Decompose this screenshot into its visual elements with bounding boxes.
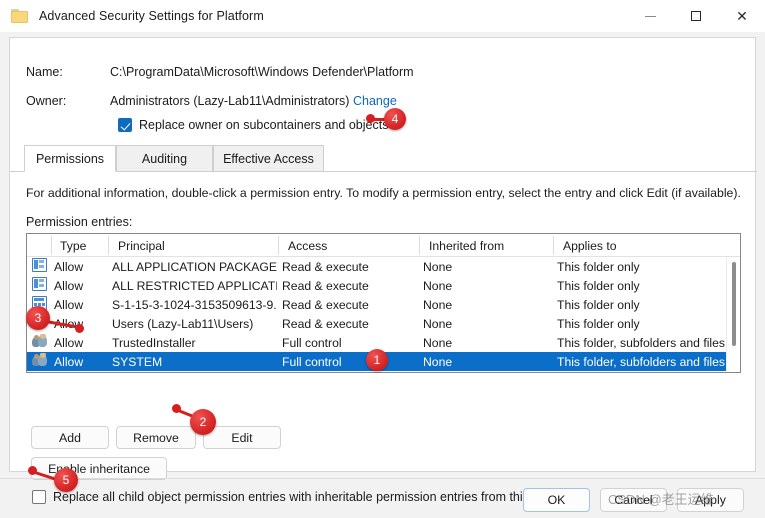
- scrollbar-thumb[interactable]: [732, 262, 736, 346]
- row-access: Read & execute: [282, 278, 369, 293]
- row-access: Full control: [282, 335, 342, 350]
- row-principal: ALL APPLICATION PACKAGES: [112, 259, 277, 274]
- annotation-dot-2: [172, 404, 181, 413]
- annotation-marker-5: 5: [54, 468, 78, 492]
- tab-effective-access[interactable]: Effective Access: [213, 145, 324, 172]
- name-label: Name:: [26, 65, 63, 79]
- table-row[interactable]: Allow ALL RESTRICTED APPLICATIO... Read …: [27, 276, 740, 295]
- row-type: Allow: [54, 335, 84, 350]
- owner-label: Owner:: [26, 94, 67, 108]
- app-package-icon: [32, 277, 50, 291]
- main-panel: Name: C:\ProgramData\Microsoft\Windows D…: [9, 37, 757, 504]
- annotation-dot-4: [366, 114, 375, 123]
- annotation-marker-2: 2: [190, 409, 216, 435]
- folder-icon: [11, 8, 29, 24]
- column-header-type[interactable]: Type: [54, 234, 106, 257]
- tab-auditing[interactable]: Auditing: [116, 145, 213, 172]
- row-type: Allow: [54, 297, 84, 312]
- row-principal: S-1-15-3-1024-3153509613-9...: [112, 297, 277, 312]
- row-applies-to: This folder, subfolders and files: [557, 354, 726, 369]
- table-row[interactable]: Allow Users (Lazy-Lab11\Users) Read & ex…: [27, 314, 740, 333]
- users-group-icon: [32, 353, 50, 367]
- row-type: Allow: [54, 354, 84, 369]
- replace-owner-checkbox[interactable]: Replace owner on subcontainers and objec…: [118, 118, 388, 132]
- row-principal: SYSTEM: [112, 354, 163, 369]
- add-button[interactable]: Add: [31, 426, 109, 449]
- minimize-button[interactable]: [627, 0, 673, 32]
- close-icon[interactable]: ✕: [719, 0, 765, 32]
- row-type: Allow: [54, 278, 84, 293]
- row-inherited: None: [423, 297, 453, 312]
- row-access: Read & execute: [282, 259, 369, 274]
- apply-button[interactable]: Apply: [677, 488, 744, 512]
- row-inherited: None: [423, 316, 453, 331]
- row-inherited: None: [423, 354, 453, 369]
- list-header: Type Principal Access Inherited from App…: [27, 234, 740, 257]
- row-applies-to: This folder, subfolders and files: [557, 335, 726, 350]
- row-type: Allow: [54, 259, 84, 274]
- column-header-inherited[interactable]: Inherited from: [423, 234, 533, 257]
- maximize-button[interactable]: [673, 0, 719, 32]
- column-header-applies-to[interactable]: Applies to: [557, 234, 737, 257]
- app-package-icon: [32, 258, 50, 272]
- annotation-marker-4: 4: [384, 108, 406, 130]
- info-text: For additional information, double-click…: [26, 186, 741, 200]
- column-header-principal[interactable]: Principal: [112, 234, 277, 257]
- tab-permissions[interactable]: Permissions: [24, 145, 116, 172]
- replace-child-permissions-label: Replace all child object permission entr…: [53, 490, 566, 504]
- annotation-dot-5: [28, 466, 37, 475]
- row-access: Read & execute: [282, 297, 369, 312]
- title-bar: Advanced Security Settings for Platform …: [0, 0, 765, 32]
- row-principal: Users (Lazy-Lab11\Users): [112, 316, 254, 331]
- change-owner-link[interactable]: Change: [353, 94, 397, 108]
- table-row[interactable]: Allow S-1-15-3-1024-3153509613-9... Read…: [27, 295, 740, 314]
- annotation-marker-3: 3: [26, 306, 50, 330]
- row-applies-to: This folder only: [557, 278, 640, 293]
- remove-button[interactable]: Remove: [116, 426, 196, 449]
- row-applies-to: This folder only: [557, 259, 640, 274]
- permission-entries-label: Permission entries:: [26, 215, 133, 229]
- owner-value: Administrators (Lazy-Lab11\Administrator…: [110, 94, 350, 108]
- row-inherited: None: [423, 278, 453, 293]
- row-applies-to: This folder only: [557, 297, 640, 312]
- row-inherited: None: [423, 335, 453, 350]
- replace-owner-label: Replace owner on subcontainers and objec…: [139, 118, 389, 132]
- table-row[interactable]: Allow ALL APPLICATION PACKAGES Read & ex…: [27, 257, 740, 276]
- list-scrollbar[interactable]: [726, 257, 740, 372]
- row-access: Read & execute: [282, 316, 369, 331]
- table-row[interactable]: Allow TrustedInstaller Full control None…: [27, 333, 740, 352]
- cancel-button[interactable]: Cancel: [600, 488, 667, 512]
- edit-button[interactable]: Edit: [203, 426, 281, 449]
- name-value: C:\ProgramData\Microsoft\Windows Defende…: [110, 65, 414, 79]
- users-group-icon: [32, 334, 50, 348]
- window-title: Advanced Security Settings for Platform: [39, 9, 264, 23]
- advanced-security-settings-window: Advanced Security Settings for Platform …: [0, 0, 765, 518]
- annotation-marker-1: 1: [366, 349, 388, 371]
- replace-child-permissions-checkbox[interactable]: Replace all child object permission entr…: [32, 490, 566, 504]
- footer-divider: [0, 478, 765, 479]
- annotation-dot-3: [75, 324, 84, 333]
- row-inherited: None: [423, 259, 453, 274]
- column-header-access[interactable]: Access: [282, 234, 397, 257]
- checkbox-box[interactable]: [118, 118, 132, 132]
- ok-button[interactable]: OK: [523, 488, 590, 512]
- row-principal: TrustedInstaller: [112, 335, 196, 350]
- row-principal: ALL RESTRICTED APPLICATIO...: [112, 278, 277, 293]
- checkbox-box[interactable]: [32, 490, 46, 504]
- row-applies-to: This folder only: [557, 316, 640, 331]
